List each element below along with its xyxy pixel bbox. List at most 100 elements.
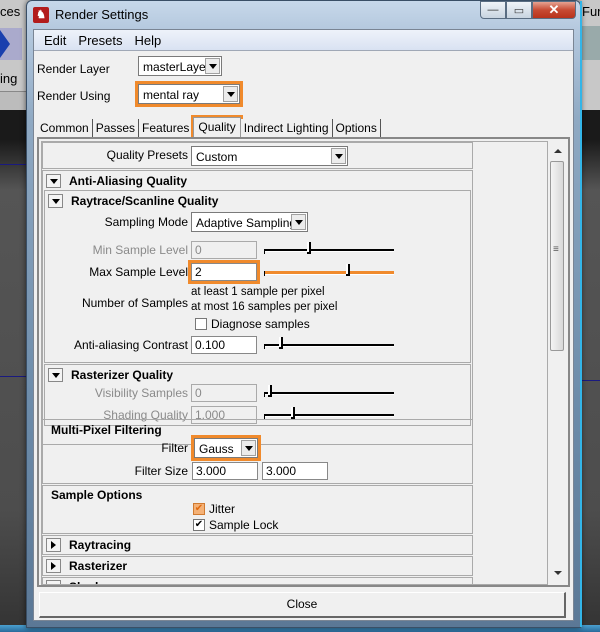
quality-presets-dropdown[interactable]: Custom [191, 146, 348, 166]
sample-lock-checkbox[interactable] [193, 519, 205, 531]
window-title: Render Settings [55, 7, 149, 22]
title-bar[interactable]: ♞ Render Settings — ▭ ✕ [27, 1, 580, 29]
close-window-button[interactable]: ✕ [532, 1, 576, 19]
slider-thumb[interactable] [346, 264, 350, 276]
filter-dropdown[interactable]: Gauss [191, 435, 261, 461]
min-sample-level-slider[interactable] [264, 242, 394, 254]
expand-right-icon[interactable] [46, 538, 61, 552]
menu-help[interactable]: Help [128, 33, 167, 48]
render-layer-dropdown[interactable]: masterLayer [138, 56, 222, 76]
menu-bar: Edit Presets Help [34, 30, 573, 51]
menu-edit[interactable]: Edit [38, 33, 72, 48]
slider-thumb[interactable] [307, 242, 311, 254]
minimize-button[interactable]: — [480, 1, 506, 19]
max-sample-level-field[interactable]: 2 [188, 260, 260, 284]
raytrace-scanline-frame: Raytrace/Scanline Quality Sampling Mode … [44, 190, 471, 363]
render-using-value: mental ray [143, 88, 200, 102]
background-tool-icon [0, 28, 22, 60]
background-tool-icon-right [582, 26, 600, 60]
number-of-samples-label: Number of Samples [81, 296, 188, 310]
expand-icon[interactable] [46, 580, 61, 584]
sample-options-frame: Sample Options Jitter Sample Lock [42, 485, 473, 534]
scroll-content: Quality Presets Custom Anti-Aliasing Qua… [41, 141, 548, 585]
expand-down-icon[interactable] [46, 174, 61, 188]
render-layer-value: masterLayer [143, 60, 210, 74]
render-using-label: Render Using [37, 89, 111, 103]
quality-presets-label: Quality Presets [106, 148, 188, 162]
background-menu-label: ces [0, 4, 21, 19]
shadows-header[interactable]: Shad... [46, 578, 108, 584]
sampling-mode-label: Sampling Mode [104, 215, 188, 229]
close-button[interactable]: Close [39, 592, 566, 618]
sample-options-title: Sample Options [51, 488, 143, 502]
slider-thumb[interactable] [268, 385, 272, 397]
chevron-down-icon [205, 58, 220, 74]
rasterizer-quality-frame: Rasterizer Quality Visibility Samples 0 … [44, 364, 471, 426]
multi-pixel-filtering-title: Multi-Pixel Filtering [51, 423, 162, 437]
tab-passes[interactable]: Passes [92, 119, 140, 137]
render-using-dropdown[interactable]: mental ray [135, 81, 243, 107]
render-settings-window: ♞ Render Settings — ▭ ✕ Edit Presets Hel… [26, 0, 582, 628]
filter-value: Gauss [199, 442, 234, 456]
anti-aliasing-frame: Anti-Aliasing Quality Raytrace/Scanline … [42, 170, 473, 445]
jitter-checkbox[interactable] [193, 503, 205, 515]
rasterizer-frame: Rasterizer [42, 556, 473, 576]
tab-indirect-lighting[interactable]: Indirect Lighting [240, 119, 333, 137]
min-sample-level-label: Min Sample Level [92, 243, 188, 257]
slider-track [264, 414, 394, 419]
diagnose-samples-label: Diagnose samples [211, 317, 310, 331]
max-sample-level-label: Max Sample Level [89, 265, 188, 279]
tab-quality[interactable]: Quality [193, 117, 241, 138]
chevron-down-icon [331, 148, 346, 164]
filter-size-label: Filter Size [134, 464, 188, 478]
tab-features[interactable]: Features [139, 119, 194, 137]
filter-size-x-field[interactable]: 3.000 [192, 462, 258, 480]
aa-contrast-field[interactable]: 0.100 [191, 336, 257, 354]
slider-thumb[interactable] [279, 337, 283, 349]
expand-down-icon[interactable] [48, 194, 63, 208]
raytracing-header[interactable]: Raytracing [46, 536, 131, 554]
raytracing-frame: Raytracing [42, 535, 473, 555]
rasterizer-title: Rasterizer [69, 559, 128, 573]
diagnose-samples-checkbox[interactable] [195, 318, 207, 330]
aa-contrast-label: Anti-aliasing Contrast [73, 338, 188, 352]
slider-thumb[interactable] [291, 407, 295, 419]
max-sample-level-slider[interactable] [264, 264, 394, 276]
scroll-up-arrow-icon[interactable] [549, 143, 566, 159]
quality-presets-value: Custom [196, 150, 238, 164]
viewport-grid-line [582, 380, 600, 381]
expand-right-icon[interactable] [46, 559, 61, 573]
vertical-scrollbar[interactable] [549, 141, 566, 583]
scrollbar-thumb[interactable] [550, 161, 564, 351]
tab-options[interactable]: Options [332, 119, 381, 137]
visibility-samples-field[interactable]: 0 [191, 384, 257, 402]
raytrace-scanline-header[interactable]: Raytrace/Scanline Quality [48, 192, 218, 210]
sampling-mode-dropdown[interactable]: Adaptive Sampling [191, 212, 308, 232]
min-sample-level-field[interactable]: 0 [191, 241, 257, 259]
slider-track [264, 249, 394, 254]
samples-max-text: at most 16 samples per pixel [191, 301, 338, 313]
menu-presets[interactable]: Presets [72, 33, 128, 48]
aa-contrast-slider[interactable] [264, 337, 394, 349]
filter-size-y-field[interactable]: 3.000 [262, 462, 328, 480]
expand-down-icon[interactable] [48, 368, 63, 382]
maximize-button[interactable]: ▭ [506, 1, 532, 19]
background-menu-label-right: Fur [582, 4, 600, 19]
rasterizer-quality-header[interactable]: Rasterizer Quality [48, 366, 173, 384]
quality-presets-frame: Quality Presets Custom [42, 142, 473, 169]
anti-aliasing-header[interactable]: Anti-Aliasing Quality [46, 172, 187, 190]
raytrace-scanline-title: Raytrace/Scanline Quality [71, 194, 219, 208]
chevron-down-icon [241, 440, 256, 456]
rasterizer-header[interactable]: Rasterizer [46, 557, 127, 575]
shadows-frame: Shad... [42, 577, 473, 584]
app-icon: ♞ [33, 7, 49, 23]
scroll-down-arrow-icon[interactable] [549, 565, 566, 581]
anti-aliasing-title: Anti-Aliasing Quality [69, 174, 188, 188]
visibility-samples-slider[interactable] [264, 385, 394, 397]
slider-track [264, 344, 394, 349]
sample-lock-label: Sample Lock [209, 518, 279, 532]
visibility-samples-label: Visibility Samples [94, 386, 188, 400]
shading-quality-slider[interactable] [264, 407, 394, 419]
chevron-down-icon [223, 86, 238, 102]
tab-common[interactable]: Common [37, 119, 93, 137]
